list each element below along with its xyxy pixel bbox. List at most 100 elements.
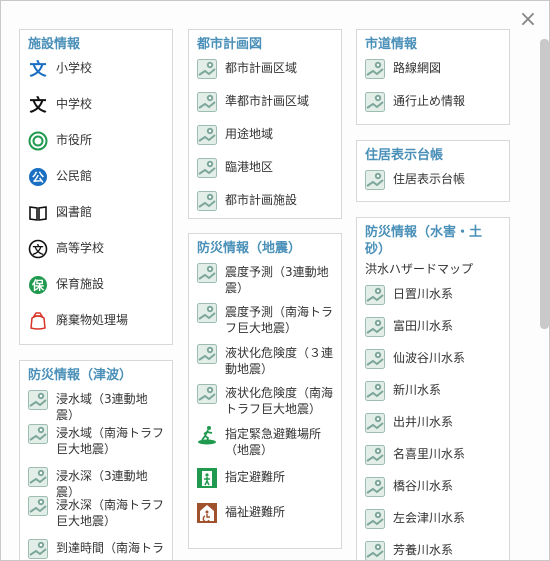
layer-item[interactable]: 指定緊急避難場所（地震）: [197, 425, 333, 468]
item-label: 浸水域（3連動地震）: [56, 392, 148, 422]
item-label: 通行止め情報: [393, 94, 466, 108]
layer-item-high-school[interactable]: 文 高等学校: [28, 239, 164, 275]
map-layer-icon: [365, 477, 385, 497]
layer-item-waste-facility[interactable]: 廃棄物処理場: [28, 311, 164, 347]
layer-item[interactable]: 浸水域（3連動地震）: [28, 390, 164, 424]
layer-item[interactable]: 日置川水系: [365, 285, 501, 317]
layer-item-elementary-school[interactable]: 文 小学校: [28, 59, 164, 95]
layer-item[interactable]: 液状化危険度（３連動地震）: [197, 344, 333, 384]
layer-item[interactable]: 震度予測（3連動地震）: [197, 263, 333, 303]
item-label: 震度予測（南海トラフ巨大地震）: [225, 305, 334, 335]
item-label: 震度予測（3連動地震）: [225, 265, 329, 295]
layer-item[interactable]: 新川水系: [365, 381, 501, 413]
layer-item[interactable]: 富田川水系: [365, 317, 501, 349]
svg-text:文: 文: [33, 243, 45, 257]
layer-item[interactable]: 路線網図: [365, 59, 501, 92]
item-label: 日置川水系: [393, 287, 454, 301]
item-label: 富田川水系: [393, 319, 454, 333]
layer-item-city-hall[interactable]: 市役所: [28, 131, 164, 167]
map-layer-icon: [197, 384, 217, 404]
layer-item[interactable]: 浸水深（3連動地震）: [28, 467, 164, 499]
layer-item[interactable]: 浸水深（南海トラフ巨大地震）: [28, 496, 164, 539]
item-label: 浸水深（南海トラフ巨大地震）: [56, 498, 165, 528]
urban-planning-panel: 都市計画図 都市計画区域 準都市計画区域 用途地域 臨港地区 都市計画施設: [188, 29, 342, 219]
panel-title: 住居表示台帳: [365, 148, 444, 163]
layer-item-junior-high-school[interactable]: 文 中学校: [28, 95, 164, 131]
panel-title: 施設情報: [28, 37, 81, 52]
layer-item[interactable]: 出井川水系: [365, 413, 501, 445]
svg-text:文: 文: [30, 59, 48, 79]
item-label: 廃棄物処理場: [56, 313, 129, 327]
library-icon: [28, 203, 48, 223]
community-center-icon: 公: [28, 167, 48, 187]
layer-item[interactable]: 左会津川水系: [365, 509, 501, 541]
item-label: 保育施設: [56, 277, 105, 291]
panel-title: 都市計画図: [197, 37, 263, 52]
layer-item-community-center[interactable]: 公 公民館: [28, 167, 164, 203]
layer-item-nursery[interactable]: 保 保育施設: [28, 275, 164, 311]
layer-item[interactable]: 浸水域（南海トラフ巨大地震）: [28, 424, 164, 467]
map-layer-icon: [365, 509, 385, 529]
item-label: 出井川水系: [393, 415, 454, 429]
layer-item[interactable]: 都市計画区域: [197, 59, 333, 92]
layer-item[interactable]: 福祉避難所: [197, 503, 333, 533]
layer-item[interactable]: 指定避難所: [197, 468, 333, 503]
close-icon[interactable]: ×: [517, 9, 539, 31]
map-layer-icon: [197, 191, 217, 211]
hazard-map-subtitle: 洪水ハザードマップ: [365, 262, 474, 276]
layer-item[interactable]: 準都市計画区域: [197, 92, 333, 125]
layer-item[interactable]: 液状化危険度（南海トラフ巨大地震）: [197, 384, 333, 425]
item-label: 用途地域: [225, 127, 274, 141]
item-label: 高等学校: [56, 241, 105, 255]
item-label: 浸水域（南海トラフ巨大地震）: [56, 426, 165, 456]
map-layer-icon: [28, 539, 48, 559]
layer-item[interactable]: 震度予測（南海トラフ巨大地震）: [197, 303, 333, 344]
layer-item[interactable]: 臨港地区: [197, 158, 333, 191]
address-panel: 住居表示台帳 住居表示台帳: [356, 140, 510, 202]
facilities-panel: 施設情報 文 小学校 文 中学校 市役所 公 公民館 図書館 文 高等学校 保 …: [19, 29, 173, 345]
map-layer-icon: [28, 496, 48, 516]
panel-title: 防災情報（水害・土砂）: [365, 225, 483, 257]
layer-item[interactable]: 用途地域: [197, 125, 333, 158]
layer-menu-dialog: × 施設情報 文 小学校 文 中学校 市役所 公 公民館 図書館 文 高等学校 …: [0, 0, 550, 561]
map-layer-icon: [365, 541, 385, 560]
elementary-school-icon: 文: [28, 59, 48, 79]
evacuation-site-icon: [197, 425, 217, 445]
panel-title: 防災情報（津波）: [28, 368, 133, 383]
map-layer-icon: [365, 170, 385, 190]
map-layer-icon: [365, 445, 385, 465]
map-layer-icon: [365, 59, 385, 79]
layer-item[interactable]: 橋谷川水系: [365, 477, 501, 509]
layer-item[interactable]: 都市計画施設: [197, 191, 333, 221]
panel-title: 市道情報: [365, 37, 418, 52]
map-layer-icon: [365, 349, 385, 369]
svg-text:公: 公: [32, 171, 44, 185]
scrollbar[interactable]: [540, 39, 549, 329]
flood-panel: 防災情報（水害・土砂） 洪水ハザードマップ 日置川水系 富田川水系 仙波谷川水系…: [356, 217, 510, 560]
map-layer-icon: [365, 92, 385, 112]
item-label: 路線網図: [393, 61, 442, 75]
waste-facility-icon: [28, 311, 48, 331]
city-roads-panel: 市道情報 路線網図 通行止め情報: [356, 29, 510, 125]
item-label: 市役所: [56, 133, 93, 147]
nursery-icon: 保: [28, 275, 48, 295]
layer-item[interactable]: 到達時間（南海トラ: [28, 539, 164, 560]
map-layer-icon: [197, 125, 217, 145]
item-label: 臨港地区: [225, 160, 274, 174]
tsunami-panel: 防災情報（津波） 浸水域（3連動地震） 浸水域（南海トラフ巨大地震） 浸水深（3…: [19, 360, 173, 560]
high-school-icon: 文: [28, 239, 48, 259]
item-label: 新川水系: [393, 383, 442, 397]
item-label: 液状化危険度（３連動地震）: [225, 346, 334, 376]
layer-item-library[interactable]: 図書館: [28, 203, 164, 239]
layer-item[interactable]: 住居表示台帳: [365, 170, 501, 200]
map-layer-icon: [365, 285, 385, 305]
layer-item[interactable]: 通行止め情報: [365, 92, 501, 122]
layer-item[interactable]: 名喜里川水系: [365, 445, 501, 477]
map-layer-icon: [28, 424, 48, 444]
layer-item[interactable]: 仙波谷川水系: [365, 349, 501, 381]
item-label: 中学校: [56, 97, 93, 111]
map-layer-icon: [197, 158, 217, 178]
item-label: 都市計画施設: [225, 193, 298, 207]
welfare-shelter-icon: [197, 503, 217, 523]
layer-item[interactable]: 芳養川水系: [365, 541, 501, 560]
